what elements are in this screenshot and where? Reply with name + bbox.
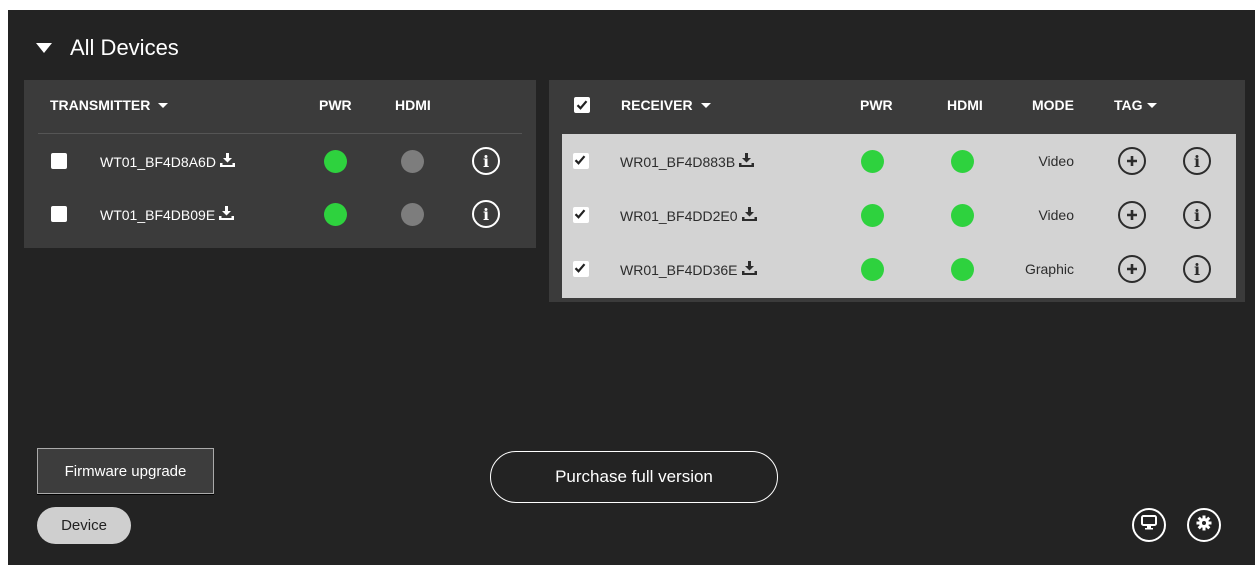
monitor-icon [1141, 515, 1157, 535]
rx-hdmi-header: HDMI [947, 97, 983, 113]
sort-caret-icon [158, 102, 169, 108]
device-name-wrap: WT01_BF4DB09E [100, 206, 235, 223]
all-devices-toggle[interactable]: All Devices [36, 34, 179, 62]
device-name: WT01_BF4DB09E [100, 206, 216, 223]
tag-header-label: TAG [1114, 97, 1143, 113]
add-tag-icon[interactable] [1118, 255, 1146, 283]
sort-caret-icon [700, 102, 711, 108]
gear-icon [1196, 515, 1212, 536]
device-name: WR01_BF4DD36E [620, 261, 738, 278]
device-name: WR01_BF4D883B [620, 153, 736, 170]
info-icon[interactable]: i [1183, 255, 1211, 283]
mode-value: Video [1038, 153, 1074, 169]
receiver-column-header[interactable]: RECEIVER [621, 97, 711, 113]
monitor-button[interactable] [1132, 508, 1166, 542]
sort-caret-icon [1146, 102, 1157, 108]
app-window: All Devices TRANSMITTER PWR HDMI WT01_BF… [8, 10, 1255, 565]
download-icon[interactable] [741, 207, 757, 224]
transmitter-row: WT01_BF4D8A6D i [24, 134, 536, 188]
hdmi-status-dot [951, 204, 974, 227]
device-name: WT01_BF4D8A6D [100, 153, 216, 170]
device-name-wrap: WR01_BF4D883B [620, 153, 755, 170]
tx-hdmi-header: HDMI [395, 97, 431, 113]
add-tag-icon[interactable] [1118, 201, 1146, 229]
transmitter-column-header[interactable]: TRANSMITTER [50, 97, 169, 113]
info-icon[interactable]: i [472, 200, 500, 228]
receiver-row-checkbox[interactable] [573, 153, 589, 169]
pwr-status-dot [861, 204, 884, 227]
hdmi-status-dot [401, 203, 424, 226]
add-tag-icon[interactable] [1118, 147, 1146, 175]
receiver-row: WR01_BF4DD36E Graphic i [562, 242, 1236, 296]
device-name-wrap: WR01_BF4DD2E0 [620, 207, 757, 224]
download-icon[interactable] [739, 153, 755, 170]
device-name: WR01_BF4DD2E0 [620, 207, 738, 224]
collapse-triangle-icon [36, 43, 52, 53]
device-button[interactable]: Device [37, 507, 131, 544]
transmitter-row-checkbox[interactable] [51, 206, 67, 222]
receiver-row: WR01_BF4D883B Video i [562, 134, 1236, 188]
pwr-status-dot [861, 150, 884, 173]
rx-pwr-header: PWR [860, 97, 893, 113]
pwr-status-dot [861, 258, 884, 281]
info-icon[interactable]: i [472, 147, 500, 175]
receiver-list: WR01_BF4D883B Video i WR01_BF4DD2E0 Vide… [562, 134, 1236, 298]
download-icon[interactable] [741, 261, 757, 278]
mode-value: Video [1038, 207, 1074, 223]
info-icon[interactable]: i [1183, 201, 1211, 229]
receiver-panel: RECEIVER PWR HDMI MODE TAG WR01_BF4D883B [549, 80, 1245, 302]
tx-pwr-header: PWR [319, 97, 352, 113]
tag-column-header[interactable]: TAG [1114, 97, 1157, 113]
receiver-header-label: RECEIVER [621, 97, 693, 113]
pwr-status-dot [324, 203, 347, 226]
section-title: All Devices [70, 35, 179, 60]
device-name-wrap: WR01_BF4DD36E [620, 261, 757, 278]
download-icon[interactable] [219, 153, 235, 170]
pwr-status-dot [324, 150, 347, 173]
device-name-wrap: WT01_BF4D8A6D [100, 153, 235, 170]
mode-value: Graphic [1024, 261, 1074, 277]
select-all-checkbox[interactable] [574, 97, 590, 113]
hdmi-status-dot [951, 258, 974, 281]
rx-mode-header: MODE [1032, 97, 1074, 113]
transmitter-panel: TRANSMITTER PWR HDMI WT01_BF4D8A6D i WT0… [24, 80, 536, 248]
firmware-upgrade-button[interactable]: Firmware upgrade [37, 448, 214, 494]
download-icon[interactable] [219, 206, 235, 223]
transmitter-row: WT01_BF4DB09E i [24, 187, 536, 241]
receiver-row: WR01_BF4DD2E0 Video i [562, 188, 1236, 242]
settings-button[interactable] [1187, 508, 1221, 542]
info-icon[interactable]: i [1183, 147, 1211, 175]
hdmi-status-dot [951, 150, 974, 173]
hdmi-status-dot [401, 150, 424, 173]
transmitter-row-checkbox[interactable] [51, 153, 67, 169]
transmitter-header-label: TRANSMITTER [50, 97, 151, 113]
purchase-full-version-button[interactable]: Purchase full version [490, 451, 778, 503]
receiver-row-checkbox[interactable] [573, 261, 589, 277]
receiver-row-checkbox[interactable] [573, 207, 589, 223]
